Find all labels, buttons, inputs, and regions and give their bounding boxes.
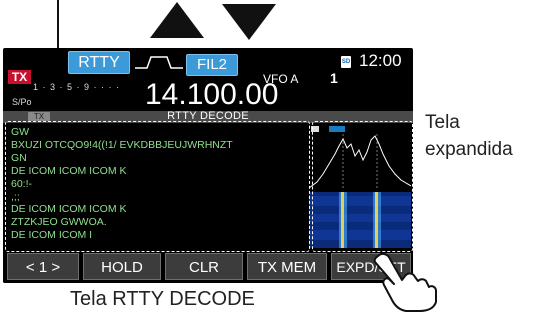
clock: 12:00 bbox=[359, 51, 402, 70]
tx-indicator: TX bbox=[8, 70, 31, 84]
meter-label: S/Po bbox=[12, 97, 32, 107]
radio-screen: TX RTTY FIL2 SD 12:00 VFO A 1 1 · 3 · 5 … bbox=[3, 48, 413, 283]
caption-rtty-decode: Tela RTTY DECODE bbox=[70, 288, 255, 310]
decode-highlight-frame bbox=[5, 121, 310, 252]
tx-mem-button[interactable]: TX MEM bbox=[247, 253, 327, 280]
filter-shape-icon bbox=[135, 56, 183, 69]
filter-button[interactable]: FIL2 bbox=[186, 54, 238, 76]
frequency-display[interactable]: 14.100.00 bbox=[145, 78, 278, 112]
up-arrow-icon bbox=[150, 2, 204, 38]
down-arrow-icon bbox=[222, 4, 276, 40]
spectrum-highlight-frame bbox=[312, 121, 413, 252]
sd-card-icon: SD bbox=[341, 56, 351, 68]
hold-button[interactable]: HOLD bbox=[83, 253, 161, 280]
caption-expanded-line1: Tela bbox=[425, 112, 460, 133]
mode-button[interactable]: RTTY bbox=[68, 51, 130, 74]
clr-button[interactable]: CLR bbox=[165, 253, 243, 280]
caption-expanded-line2: expandida bbox=[425, 139, 513, 160]
meter-scale: 1 · 3 · 5 · 9 · · · · bbox=[33, 82, 121, 92]
page-button[interactable]: < 1 > bbox=[7, 253, 79, 280]
vfo-number: 1 bbox=[330, 70, 338, 86]
hand-pointer-icon bbox=[373, 252, 437, 312]
